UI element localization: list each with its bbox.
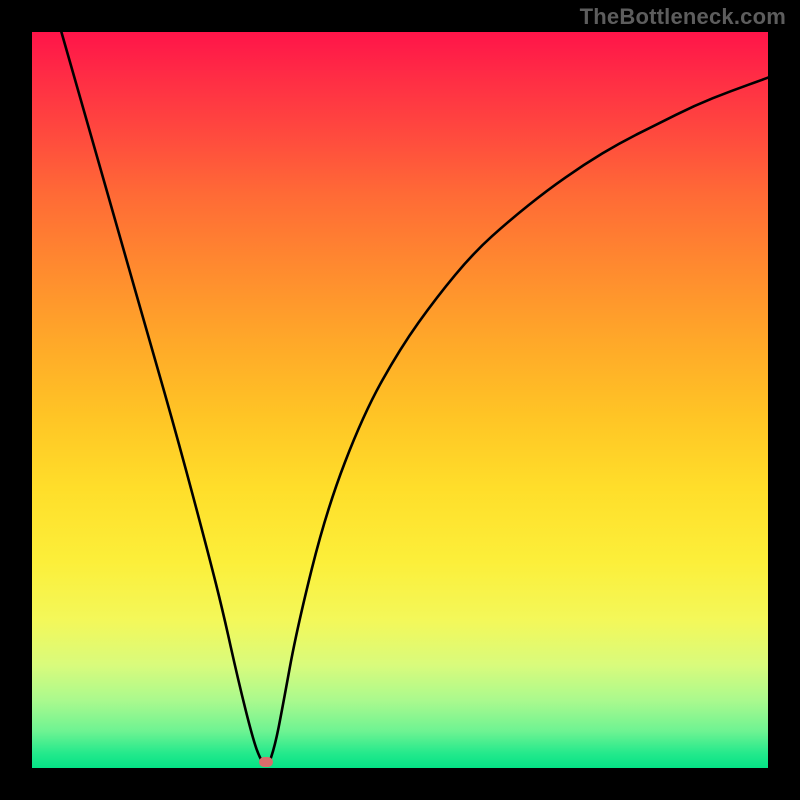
watermark-text: TheBottleneck.com xyxy=(580,4,786,30)
curve-svg xyxy=(32,32,768,768)
chart-frame: TheBottleneck.com xyxy=(0,0,800,800)
curve-line xyxy=(61,32,768,765)
plot-area xyxy=(32,32,768,768)
min-marker xyxy=(259,757,273,767)
